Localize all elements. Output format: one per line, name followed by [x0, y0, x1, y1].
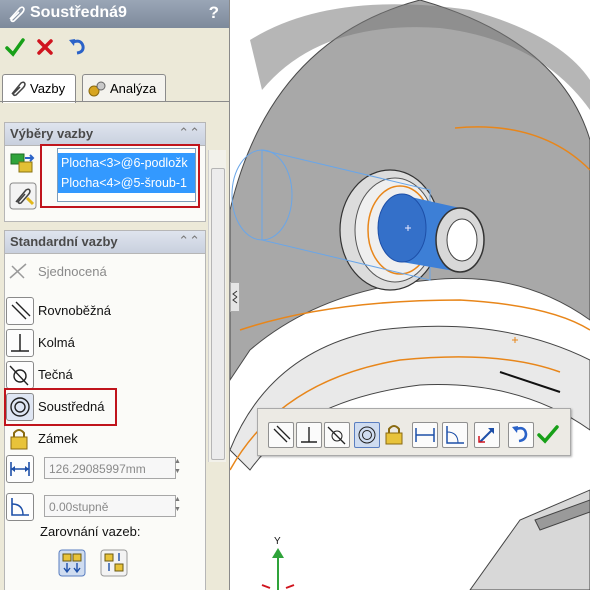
mate-coincident[interactable]: Sjednocená	[6, 258, 196, 286]
tab-analyza[interactable]: Analýza	[82, 74, 166, 101]
title-bar: Soustředná9 ?	[0, 0, 229, 28]
context-toolbar	[257, 408, 571, 456]
tab-label: Analýza	[110, 81, 157, 96]
alignment-label: Zarovnání vazeb:	[40, 524, 141, 539]
distance-icon[interactable]	[6, 455, 34, 483]
model-view[interactable]	[230, 0, 590, 590]
paperclip-icon	[11, 81, 26, 97]
chevron-left-icon	[232, 290, 238, 304]
scrollbar-thumb[interactable]	[211, 168, 225, 460]
mate-tangent[interactable]: Tečná	[6, 361, 196, 389]
mate-lock[interactable]: Zámek	[6, 425, 196, 453]
lock-icon	[10, 429, 28, 450]
group-header[interactable]: Výběry vazby ⌃⌃	[5, 123, 205, 146]
tab-label: Vazby	[30, 81, 66, 96]
paperclip-icon	[9, 6, 25, 23]
undo-icon[interactable]	[508, 422, 534, 448]
tab-divider	[0, 101, 229, 102]
concentric-icon[interactable]	[354, 422, 380, 448]
angle-field[interactable]: 0.00stupně	[44, 495, 176, 517]
angle-icon[interactable]	[6, 493, 34, 521]
highlight-concentric-box	[4, 388, 117, 426]
distance-field[interactable]: 126.29085997mm	[44, 457, 176, 479]
coincident-icon	[9, 263, 27, 279]
selection-faces-icon	[10, 153, 35, 173]
ok-icon[interactable]	[4, 36, 26, 58]
paperclip-select-icon[interactable]	[9, 182, 37, 210]
graphics-area[interactable]: Y	[230, 0, 590, 590]
group-title: Standardní vazby	[10, 234, 118, 249]
highlight-selection-box	[40, 144, 200, 208]
mate-label: Kolmá	[38, 335, 75, 350]
angle-icon[interactable]	[442, 422, 468, 448]
collapse-up-icon[interactable]: ⌃⌃	[178, 125, 200, 141]
cancel-icon[interactable]	[34, 36, 56, 58]
angle-row: 0.00stupně ▲ ▼	[6, 493, 196, 521]
panel-collapse-handle[interactable]	[230, 282, 240, 312]
mate-label: Zámek	[38, 431, 78, 446]
parallel-icon[interactable]	[268, 422, 294, 448]
collapse-up-icon[interactable]: ⌃⌃	[178, 233, 200, 249]
mate-parallel[interactable]: Rovnoběžná	[6, 297, 196, 325]
tab-vazby[interactable]: Vazby	[2, 74, 76, 103]
undo-icon[interactable]	[66, 36, 88, 58]
group-header[interactable]: Standardní vazby ⌃⌃	[5, 231, 205, 254]
window-title: Soustředná9	[30, 4, 127, 21]
axis-y-label: Y	[274, 536, 281, 547]
distance-row: 126.29085997mm ▲ ▼	[6, 455, 196, 483]
tangent-icon	[6, 361, 34, 389]
perpendicular-icon	[6, 329, 34, 357]
analysis-icon	[88, 81, 106, 97]
help-button[interactable]: ?	[209, 3, 219, 23]
scrollbar[interactable]	[208, 150, 226, 462]
angle-spinner[interactable]: ▲ ▼	[174, 495, 184, 517]
action-bar	[0, 28, 229, 64]
group-title: Výběry vazby	[10, 126, 94, 141]
mate-label: Rovnoběžná	[38, 303, 111, 318]
distance-icon[interactable]	[412, 422, 438, 448]
lock-icon[interactable]	[382, 422, 406, 446]
mate-label: Sjednocená	[38, 264, 107, 279]
perpendicular-icon[interactable]	[296, 422, 322, 448]
tab-strip: Vazby Analýza	[0, 70, 229, 103]
distance-spinner[interactable]: ▲ ▼	[174, 457, 184, 479]
ok-icon[interactable]	[536, 422, 560, 446]
tangent-icon[interactable]	[324, 422, 350, 448]
mate-label: Tečná	[38, 367, 73, 382]
parallel-icon	[6, 297, 34, 325]
property-manager: Soustředná9 ? Vazby Analýza Výběry vazby…	[0, 0, 230, 590]
aligned-icon[interactable]	[58, 549, 86, 577]
mate-perpendicular[interactable]: Kolmá	[6, 329, 196, 357]
flip-icon[interactable]	[474, 422, 500, 448]
anti-aligned-icon[interactable]	[100, 549, 128, 577]
